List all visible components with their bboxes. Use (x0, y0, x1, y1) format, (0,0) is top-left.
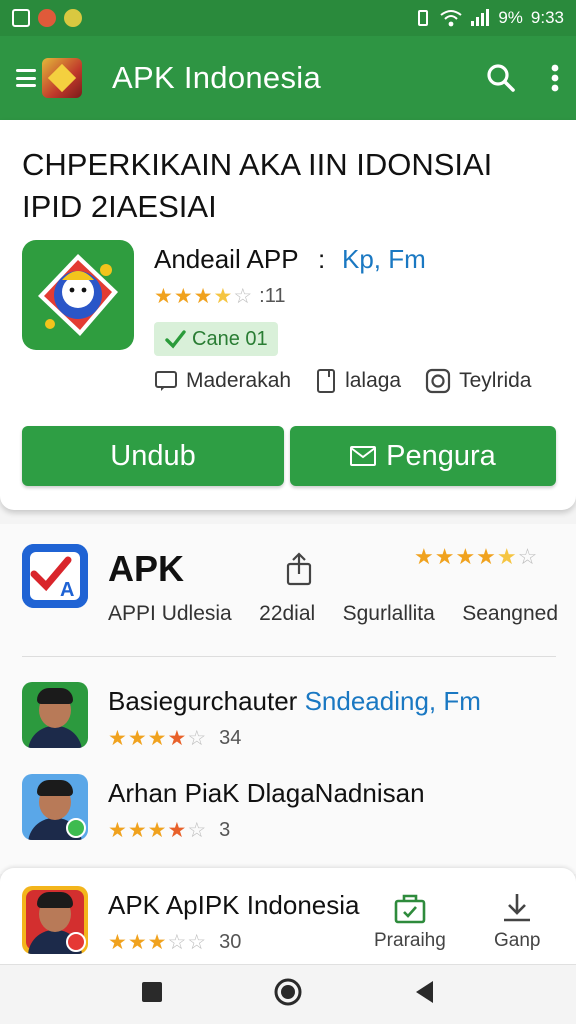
vibrate-icon (418, 10, 429, 26)
bottom-action-2[interactable]: Ganp (494, 892, 540, 952)
featured-rating: ★★★★☆ :11 (154, 284, 285, 309)
bottom-app-card[interactable]: APK ApIPK Indonesia ★★★☆☆ 30 Praraihg Ga… (0, 868, 576, 964)
apk-rating-stars: ★★★★★☆ (414, 544, 539, 569)
featured-link[interactable]: Kp, Fm (342, 244, 426, 275)
apk-app-icon: A (22, 544, 88, 608)
wifi-icon (440, 10, 462, 27)
bottom-action-1[interactable]: Praraihg (374, 892, 446, 952)
badge-label: Cane 01 (192, 327, 268, 350)
app-bar: APK Indonesia (0, 36, 576, 120)
check-icon (165, 330, 186, 349)
camera-icon (426, 368, 451, 394)
app-list-section: A APK ★★★★★☆ APPI Udlesia 22dial Sgurlal… (0, 524, 576, 874)
system-nav-bar (0, 964, 576, 1024)
more-vert-icon[interactable] (550, 63, 560, 93)
verified-icon (66, 818, 86, 838)
apk-title: APK (108, 548, 185, 589)
rating-count: 34 (219, 727, 242, 749)
rating-count: :11 (259, 285, 286, 307)
chat-icon (155, 371, 177, 391)
meta-chat[interactable]: Maderakah (154, 368, 291, 394)
app-bar-actions (486, 63, 560, 93)
signal-icon (471, 9, 490, 26)
notification-avatar-icon (38, 9, 56, 27)
featured-app-name: Andeail APP (154, 244, 299, 274)
status-system: 9% 9:33 (414, 8, 564, 28)
bottom-app-rating: ★★★☆☆ 30 (108, 930, 241, 955)
manage-label: Pengura (386, 439, 496, 472)
rating-stars: ★★★☆☆ (108, 931, 208, 954)
rating-stars: ★★★★☆ (108, 727, 208, 750)
apk-stat-2: 22dial (259, 602, 316, 625)
download-label: Undub (110, 439, 196, 472)
list-item-avatar (22, 774, 88, 840)
notification-pineapple-icon (64, 9, 82, 27)
search-icon[interactable] (486, 63, 516, 93)
mail-icon (350, 446, 377, 466)
meta-label-1: Maderakah (186, 369, 292, 392)
list-item[interactable]: Basiegurchauter Sndeading, Fm ★★★★☆ 34 (0, 682, 576, 772)
list-item-name: Arhan PiaK DlagaNadnisan (108, 778, 425, 808)
apk-stats: APPI Udlesia 22dial Sgurlallita Seangned (108, 602, 558, 626)
list-item-rating: ★★★★☆ 3 (108, 818, 230, 843)
rating-stars: ★★★★☆ (154, 285, 254, 308)
bag-icon (394, 894, 426, 924)
rating-stars: ★★★★☆ (108, 819, 208, 842)
status-bar: 9% 9:33 (0, 0, 576, 36)
app-logo (42, 58, 82, 98)
headline-line-2: IPID 2IAESIAI (22, 189, 217, 224)
list-item-avatar (22, 682, 88, 748)
share-icon[interactable] (284, 552, 314, 591)
app-title: APK Indonesia (112, 60, 321, 95)
apk-summary-row[interactable]: A APK ★★★★★☆ APPI Udlesia 22dial Sgurlal… (0, 524, 576, 657)
list-item-link[interactable]: Sndeading, Fm (305, 686, 481, 716)
list-item[interactable]: Arhan PiaK DlagaNadnisan ★★★★☆ 3 (0, 774, 576, 864)
download-icon (504, 894, 531, 922)
meta-camera[interactable]: Teylrida (425, 368, 532, 394)
meta-tablet[interactable]: lalaga (315, 368, 401, 394)
nav-square-icon[interactable] (141, 981, 163, 1008)
apk-stat-4: Seangned (462, 602, 558, 625)
headline-line-1: CHPERKIKAIN AKA IIN IDONSIAI (22, 147, 493, 182)
app-screen: 9% 9:33 APK Indonesia CHPERKIKAIN AKA II… (0, 0, 576, 1024)
nav-back-icon[interactable] (413, 979, 435, 1010)
divider (22, 656, 556, 657)
manage-button[interactable]: Pengura (290, 426, 556, 486)
featured-separator: : (318, 244, 326, 274)
meta-label-2: lalaga (345, 369, 402, 392)
apk-stat-3: Sgurlallita (342, 602, 435, 625)
bottom-action-2-label: Ganp (494, 930, 541, 951)
featured-meta: Maderakah lalaga Teylrida (154, 368, 532, 394)
meta-label-3: Teylrida (459, 369, 532, 392)
list-item-title: Arhan PiaK DlagaNadnisan (108, 778, 425, 809)
rating-count: 30 (219, 931, 242, 953)
battery-percent: 9% (498, 8, 523, 27)
bottom-app-avatar (22, 886, 88, 954)
notification-app-icon (12, 9, 30, 27)
svg-text:A: A (60, 579, 74, 601)
download-button[interactable]: Undub (22, 426, 284, 486)
nav-home-icon[interactable] (273, 977, 303, 1012)
featured-headline: CHPERKIKAIN AKA IIN IDONSIAI IPID 2IAESI… (22, 144, 552, 228)
tablet-icon (317, 369, 336, 393)
featured-app-icon[interactable] (22, 240, 134, 350)
list-item-title: Basiegurchauter Sndeading, Fm (108, 686, 481, 717)
list-item-rating: ★★★★☆ 34 (108, 726, 241, 751)
status-notifications (12, 9, 82, 27)
menu-icon[interactable] (16, 69, 36, 87)
bottom-app-name: APK ApIPK Indonesia (108, 890, 360, 920)
badge-icon (66, 932, 86, 952)
rating-count: 3 (219, 819, 231, 841)
bottom-action-1-label: Praraihg (374, 930, 446, 951)
featured-badge: Cane 01 (154, 322, 278, 356)
clock: 9:33 (530, 8, 564, 27)
featured-card: CHPERKIKAIN AKA IIN IDONSIAI IPID 2IAESI… (0, 120, 576, 510)
list-item-name: Basiegurchauter (108, 686, 298, 716)
apk-stat-1: APPI Udlesia (108, 602, 232, 625)
